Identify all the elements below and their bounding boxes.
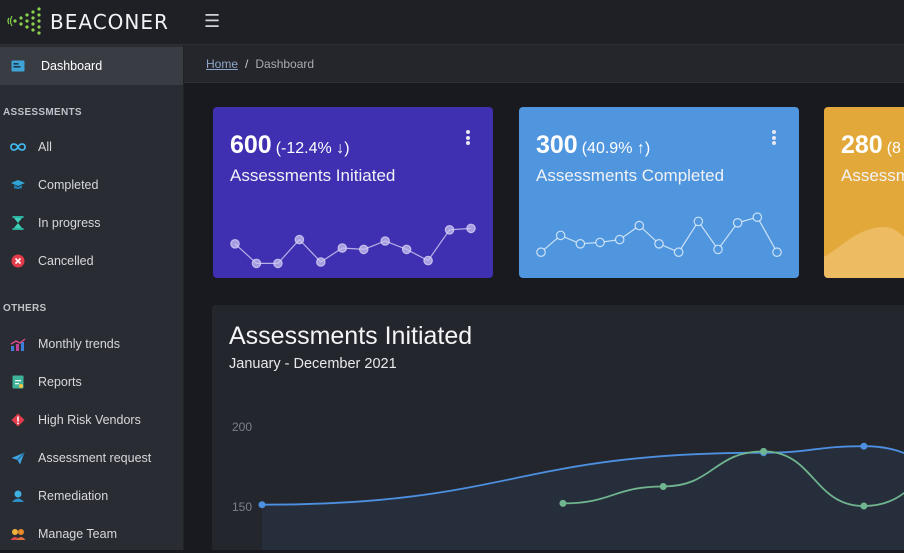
sparkline-point[interactable]: [555, 230, 566, 241]
sparkline-point[interactable]: [358, 244, 369, 255]
brand[interactable]: BEACONER: [6, 4, 169, 40]
sparkline-point[interactable]: [634, 220, 645, 231]
sparkline-point[interactable]: [251, 258, 262, 269]
stat-value: 280 (8: [841, 131, 901, 159]
sparkline-point[interactable]: [713, 244, 723, 255]
area-sparkline-chart: [824, 227, 904, 278]
sidebar-item-completed[interactable]: Completed: [0, 166, 183, 204]
breadcrumb-separator: /: [245, 57, 249, 71]
hamburger-icon[interactable]: ☰: [204, 11, 220, 32]
sidebar-item-label: Remediation: [38, 489, 109, 503]
chart-data-point[interactable]: [659, 483, 667, 490]
sidebar-item-high-risk-vendors[interactable]: High Risk Vendors: [0, 401, 183, 439]
chart-panel: Assessments Initiated January - December…: [212, 305, 904, 550]
sparkline-point[interactable]: [693, 216, 704, 227]
brand-name: BEACONER: [50, 10, 169, 34]
stat-label: Assessm: [841, 166, 904, 185]
chart-data-point[interactable]: [559, 499, 567, 507]
stat-change: (8: [886, 140, 901, 157]
sparkline-point[interactable]: [337, 243, 348, 253]
team-icon: [8, 524, 28, 544]
sparkline-point[interactable]: [772, 247, 782, 257]
sidebar-item-cancelled[interactable]: Cancelled: [0, 242, 183, 280]
chart-data-point[interactable]: [760, 447, 768, 455]
sparkline-point[interactable]: [466, 223, 476, 234]
sparkline-point[interactable]: [401, 244, 412, 255]
line-chart: [258, 442, 904, 550]
sidebar-item-remediation[interactable]: Remediation: [0, 477, 183, 515]
top-bar: BEACONER ☰: [0, 0, 904, 45]
sparkline-point[interactable]: [380, 236, 390, 246]
sparkline-point[interactable]: [654, 238, 664, 249]
breadcrumb: Home / Dashboard: [206, 57, 314, 71]
stat-card-initiated: 600 (-12.4% ↓) Assessments Initiated: [213, 107, 493, 278]
sparkline-point[interactable]: [316, 257, 326, 267]
breadcrumb-bar: Home / Dashboard: [184, 45, 904, 83]
sparkline-point[interactable]: [575, 238, 586, 249]
breadcrumb-current: Dashboard: [255, 57, 315, 71]
sparkline-chart: [230, 223, 476, 269]
sidebar-item-label: In progress: [38, 216, 101, 230]
dashboard-icon: [8, 56, 28, 76]
sidebar-item-label: Dashboard: [41, 59, 103, 73]
graduation-cap-icon: [8, 175, 28, 195]
sparkline-point[interactable]: [614, 234, 625, 245]
brand-logo-icon: [7, 7, 41, 35]
cancel-icon: [8, 251, 28, 271]
sidebar-item-label: Manage Team: [38, 527, 117, 541]
sidebar-item-label: Assessment request: [38, 451, 152, 465]
chart-data-point[interactable]: [860, 502, 868, 510]
sidebar-item-reports[interactable]: Reports: [0, 363, 183, 401]
chart-series-area: [262, 446, 904, 550]
sparkline-point[interactable]: [423, 255, 433, 266]
report-icon: [8, 372, 28, 392]
sidebar-item-label: All: [38, 140, 52, 154]
stat-value: 600 (-12.4% ↓): [230, 131, 350, 159]
sparkline-point[interactable]: [752, 212, 763, 222]
sidebar-item-monthly-trends[interactable]: Monthly trends: [0, 325, 183, 363]
stat-change: (40.9% ↑): [581, 140, 651, 157]
remediation-icon: [8, 486, 28, 506]
sparkline-point[interactable]: [444, 224, 455, 235]
chart-data-point[interactable]: [258, 501, 266, 509]
sidebar-item-label: Reports: [38, 375, 82, 389]
sparkline-point[interactable]: [294, 234, 305, 245]
stat-label: Assessments Completed: [536, 166, 725, 185]
paper-plane-icon: [8, 448, 28, 468]
sidebar-item-in-progress[interactable]: In progress: [0, 204, 183, 242]
stat-value: 300 (40.9% ↑): [536, 131, 651, 159]
stat-label: Assessments Initiated: [230, 166, 396, 185]
sparkline-point[interactable]: [536, 247, 546, 257]
sidebar-item-label: Completed: [38, 178, 99, 192]
sidebar-item-label: Cancelled: [38, 254, 94, 268]
sparkline-point[interactable]: [273, 258, 283, 269]
sparkline-point[interactable]: [595, 237, 605, 248]
trend-chart-icon: [8, 334, 28, 354]
chart-data-point[interactable]: [860, 442, 868, 450]
stat-change: (-12.4% ↓): [275, 140, 350, 157]
more-options-icon[interactable]: [771, 129, 777, 147]
sparkline-point[interactable]: [732, 218, 743, 228]
sidebar-item-label: High Risk Vendors: [38, 413, 141, 427]
sidebar-item-dashboard[interactable]: Dashboard: [0, 47, 183, 85]
sparkline-chart: [536, 212, 782, 257]
sparkline-point[interactable]: [673, 247, 684, 257]
breadcrumb-home-link[interactable]: Home: [206, 57, 238, 71]
stat-card-partial: 280 (8 Assessm: [824, 107, 904, 278]
sparkline-point[interactable]: [230, 238, 240, 249]
sidebar-item-manage-team[interactable]: Manage Team: [0, 515, 183, 553]
more-options-icon[interactable]: [465, 129, 471, 147]
section-heading-others: OTHERS: [3, 303, 47, 314]
sparkline-line: [234, 227, 472, 265]
stat-card-completed: 300 (40.9% ↑) Assessments Completed: [519, 107, 799, 278]
sidebar-item-assessment-request[interactable]: Assessment request: [0, 439, 183, 477]
hourglass-icon: [8, 213, 28, 233]
sidebar-item-label: Monthly trends: [38, 337, 120, 351]
warning-diamond-icon: [8, 410, 28, 430]
sidebar: Dashboard ASSESSMENTS All Completed In p…: [0, 45, 184, 550]
infinity-icon: [8, 137, 28, 157]
section-heading-assessments: ASSESSMENTS: [3, 107, 82, 118]
sidebar-item-all[interactable]: All: [0, 128, 183, 166]
